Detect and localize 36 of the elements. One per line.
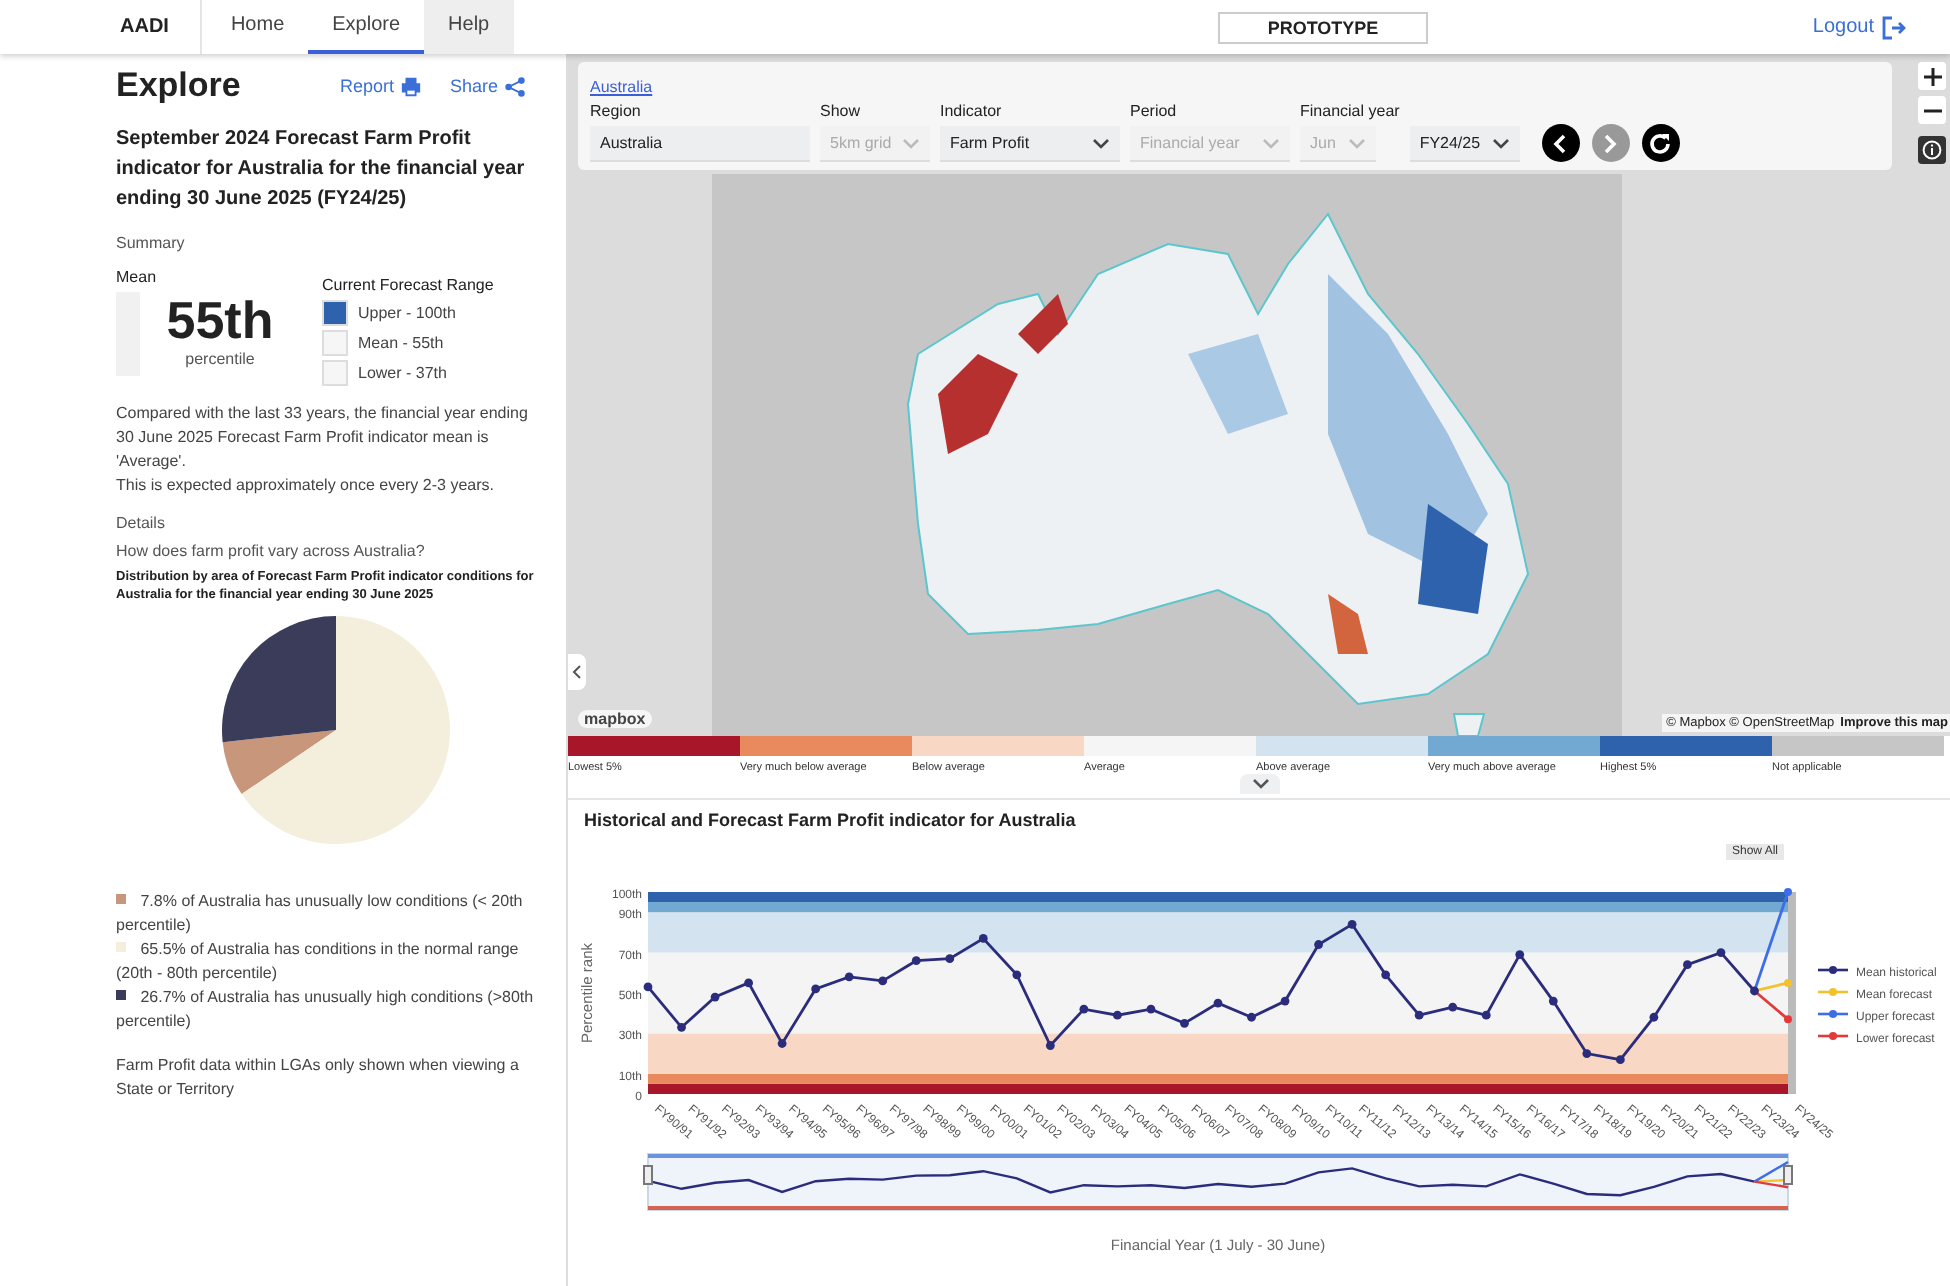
legend-text: 26.7% of Australia has unusually high conditions (>80th percentile) [116,988,534,1030]
prototype-badge: PROTOTYPE [1217,11,1429,43]
control-label: Financial year [1300,102,1400,122]
page-title: Explore [116,66,241,106]
report-link[interactable]: Report [339,75,422,97]
breadcrumb-link[interactable]: Australia [590,78,653,96]
legend-text: 65.5% of Australia has conditions in the normal range (20th - 80th percentile) [116,940,519,982]
range-title: Current Forecast Range [322,276,494,294]
share-link[interactable]: Share [449,75,526,97]
region-field[interactable]: Australia [590,126,810,162]
chart-title: Historical and Forecast Farm Profit indicator for Australia [582,810,1078,830]
nav-tab[interactable]: Help [424,0,514,54]
dropdown[interactable]: FY24/25 [1409,126,1520,162]
dropdown[interactable]: Farm Profit [940,126,1120,162]
forecast-heading: September 2024 Forecast Farm Profit indicator for Australia for the financial year ending 30 June 2025 (FY24/25) [116,126,527,214]
range-label: Lower - 37th [358,364,447,382]
control-label: Region [590,102,643,122]
app-logo-text: AADI [120,0,203,54]
mean-label: Mean [116,268,159,286]
control-label: Period [1130,102,1179,122]
summary-text: Compared with the last 33 years, the financial year ending 30 June 2025 Forecast Farm Profit indicator mean is 'Average'. [116,402,530,474]
mean-percentile-value: 55th [164,290,276,350]
control-label: Show [820,102,863,122]
range-label: Mean - 55th [358,334,444,352]
summary-label: Summary [116,234,187,252]
lga-note: Farm Profit data within LGAs only shown when viewing a State or Territory [116,1054,521,1102]
question-text: How does farm profit vary across Australia? [116,542,427,560]
details-label: Details [116,514,167,532]
range-label: Upper - 100th [358,304,456,322]
mapbox-logo: mapbox [578,710,652,728]
summary-text: This is expected approximately once every 2-3 years. [116,474,496,498]
legend-text: 7.8% of Australia has unusually low conditions (< 20th percentile) [116,892,523,934]
percentile-label: percentile [183,350,257,368]
nav-tab[interactable]: Home [206,0,309,54]
control-label: Indicator [940,102,1004,122]
logout-link[interactable]: Logout [1812,15,1906,39]
